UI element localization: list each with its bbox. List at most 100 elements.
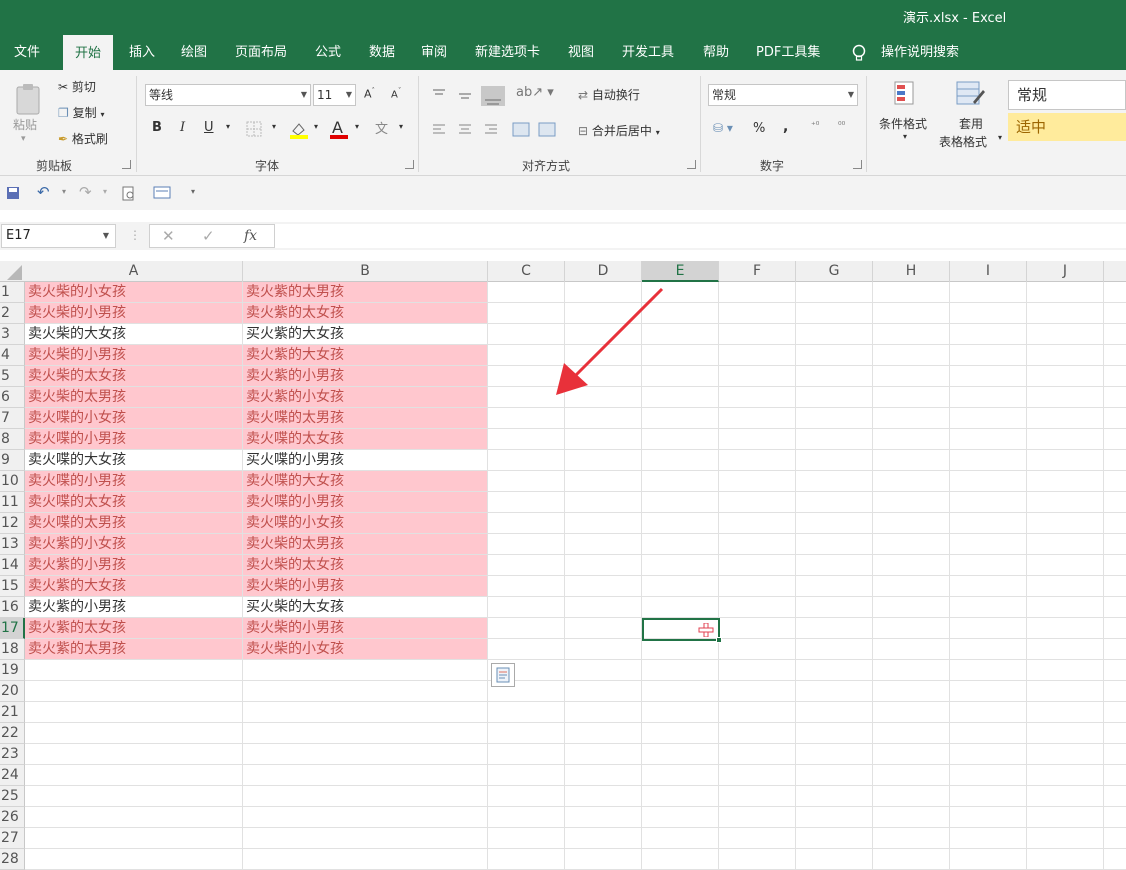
- row-header[interactable]: 13: [0, 534, 25, 555]
- cell-a12[interactable]: 卖火喋的太男孩: [25, 513, 243, 534]
- row-header[interactable]: 22: [0, 723, 25, 744]
- style-neutral[interactable]: 适中: [1008, 113, 1126, 141]
- copy-button[interactable]: ❐ 复制 ▾: [58, 104, 104, 121]
- row-header[interactable]: 7: [0, 408, 25, 429]
- underline-dropdown-icon[interactable]: ▾: [226, 122, 230, 131]
- font-launcher-icon[interactable]: [405, 160, 414, 169]
- cell-a8[interactable]: 卖火喋的小男孩: [25, 429, 243, 450]
- customize-qat-icon[interactable]: ▾: [191, 187, 195, 196]
- row-header[interactable]: 1: [0, 282, 25, 303]
- cell-a15[interactable]: 卖火紫的大女孩: [25, 576, 243, 597]
- row-header[interactable]: 19: [0, 660, 25, 681]
- cancel-icon[interactable]: ✕: [162, 227, 175, 245]
- cell-b17[interactable]: 卖火柴的小男孩: [243, 618, 488, 639]
- row-header[interactable]: 5: [0, 366, 25, 387]
- orientation-icon[interactable]: ab↗ ▾: [516, 85, 554, 100]
- format-painter-button[interactable]: ✒ 格式刷: [58, 130, 108, 147]
- column-header-e[interactable]: E: [642, 261, 719, 282]
- borders-dropdown-icon[interactable]: ▾: [272, 122, 276, 131]
- tab-data[interactable]: 数据: [369, 35, 395, 70]
- cell-b8[interactable]: 卖火喋的太女孩: [243, 429, 488, 450]
- conditional-format-button[interactable]: 条件格式: [879, 115, 927, 132]
- cell-b6[interactable]: 卖火紫的小女孩: [243, 387, 488, 408]
- row-header[interactable]: 9: [0, 450, 25, 471]
- row-header[interactable]: 18: [0, 639, 25, 660]
- cell-b7[interactable]: 卖火喋的太男孩: [243, 408, 488, 429]
- cell-b13[interactable]: 卖火柴的太男孩: [243, 534, 488, 555]
- row-header[interactable]: 21: [0, 702, 25, 723]
- font-name-select[interactable]: 等线 ▼: [145, 84, 311, 106]
- clipboard-launcher-icon[interactable]: [122, 160, 131, 169]
- cell-b9[interactable]: 买火喋的小男孩: [243, 450, 488, 471]
- cell-b2[interactable]: 卖火紫的太女孩: [243, 303, 488, 324]
- cell-a6[interactable]: 卖火柴的太男孩: [25, 387, 243, 408]
- row-header[interactable]: 25: [0, 786, 25, 807]
- name-box[interactable]: E17 ▼: [1, 224, 116, 248]
- accounting-format-icon[interactable]: ⛁ ▾: [713, 121, 733, 135]
- tab-view[interactable]: 视图: [568, 35, 594, 70]
- italic-button[interactable]: I: [180, 120, 185, 135]
- format-as-table-dropdown-icon[interactable]: ▾: [998, 133, 1002, 142]
- tab-developer[interactable]: 开发工具: [622, 35, 674, 70]
- cell-a1[interactable]: 卖火柴的小女孩: [25, 282, 243, 303]
- cell-b18[interactable]: 卖火柴的小女孩: [243, 639, 488, 660]
- column-header-c[interactable]: C: [488, 261, 565, 282]
- decrease-decimal-icon[interactable]: ⁰⁰: [838, 121, 845, 131]
- row-header[interactable]: 3: [0, 324, 25, 345]
- conditional-format-dropdown-icon[interactable]: ▾: [903, 132, 907, 141]
- column-header-g[interactable]: G: [796, 261, 873, 282]
- fill-color-dropdown-icon[interactable]: ▾: [314, 122, 318, 131]
- row-header[interactable]: 2: [0, 303, 25, 324]
- font-color-dropdown-icon[interactable]: ▾: [355, 122, 359, 131]
- row-header[interactable]: 24: [0, 765, 25, 786]
- number-format-select[interactable]: 常规 ▼: [708, 84, 858, 106]
- phonetic-icon[interactable]: 文: [375, 118, 388, 137]
- cell-a13[interactable]: 卖火紫的小女孩: [25, 534, 243, 555]
- column-header-j[interactable]: J: [1027, 261, 1104, 282]
- cell-a2[interactable]: 卖火柴的小男孩: [25, 303, 243, 324]
- row-header[interactable]: 27: [0, 828, 25, 849]
- underline-button[interactable]: U: [204, 120, 214, 135]
- redo-icon[interactable]: ↷: [79, 183, 92, 201]
- conditional-format-icon[interactable]: [893, 80, 921, 110]
- row-header[interactable]: 10: [0, 471, 25, 492]
- comma-button[interactable]: ,: [783, 119, 788, 135]
- worksheet[interactable]: ABCDEFGHIJ 1 卖火柴的小女孩 卖火紫的太男孩 2 卖火柴的小男孩 卖火紫的太女…: [0, 261, 1126, 870]
- column-header-f[interactable]: F: [719, 261, 796, 282]
- cell-a16[interactable]: 卖火紫的小男孩: [25, 597, 243, 618]
- insert-function-button[interactable]: fx: [244, 228, 257, 244]
- cell-b15[interactable]: 卖火柴的小男孩: [243, 576, 488, 597]
- tab-home[interactable]: 开始: [63, 35, 114, 70]
- cell-a9[interactable]: 卖火喋的大女孩: [25, 450, 243, 471]
- format-as-table-label-1[interactable]: 套用: [959, 115, 983, 132]
- cell-b5[interactable]: 卖火紫的小男孩: [243, 366, 488, 387]
- style-normal[interactable]: 常规: [1008, 80, 1126, 110]
- redo-dropdown-icon[interactable]: ▾: [103, 187, 107, 196]
- save-icon[interactable]: [6, 186, 20, 200]
- alignment-launcher-icon[interactable]: [687, 160, 696, 169]
- increase-decimal-icon[interactable]: ⁺⁰: [811, 121, 819, 131]
- row-header[interactable]: 20: [0, 681, 25, 702]
- print-preview-icon[interactable]: [122, 186, 136, 201]
- vertical-align-icons[interactable]: [431, 86, 511, 106]
- tab-pdf-tools[interactable]: PDF工具集: [756, 35, 820, 70]
- formula-input[interactable]: [274, 224, 1126, 248]
- shrink-font-button[interactable]: Aˇ: [391, 87, 401, 100]
- borders-icon[interactable]: [246, 121, 262, 137]
- cell-b16[interactable]: 买火柴的大女孩: [243, 597, 488, 618]
- merge-center-button[interactable]: ⊟ 合并后居中 ▾: [578, 122, 660, 139]
- enter-icon[interactable]: ✓: [202, 227, 215, 245]
- tell-me-search[interactable]: 操作说明搜索: [881, 35, 959, 70]
- column-header-h[interactable]: H: [873, 261, 950, 282]
- phonetic-dropdown-icon[interactable]: ▾: [399, 122, 403, 131]
- tab-insert[interactable]: 插入: [129, 35, 155, 70]
- cell-b10[interactable]: 卖火喋的大女孩: [243, 471, 488, 492]
- paste-button[interactable]: 粘贴: [13, 116, 37, 133]
- cell-a18[interactable]: 卖火紫的太男孩: [25, 639, 243, 660]
- tab-review[interactable]: 审阅: [421, 35, 447, 70]
- percent-button[interactable]: %: [753, 121, 765, 136]
- fill-color-icon[interactable]: [289, 119, 309, 139]
- cell-b11[interactable]: 卖火喋的小男孩: [243, 492, 488, 513]
- cut-button[interactable]: ✂ 剪切: [58, 78, 96, 95]
- cell-b4[interactable]: 卖火紫的大女孩: [243, 345, 488, 366]
